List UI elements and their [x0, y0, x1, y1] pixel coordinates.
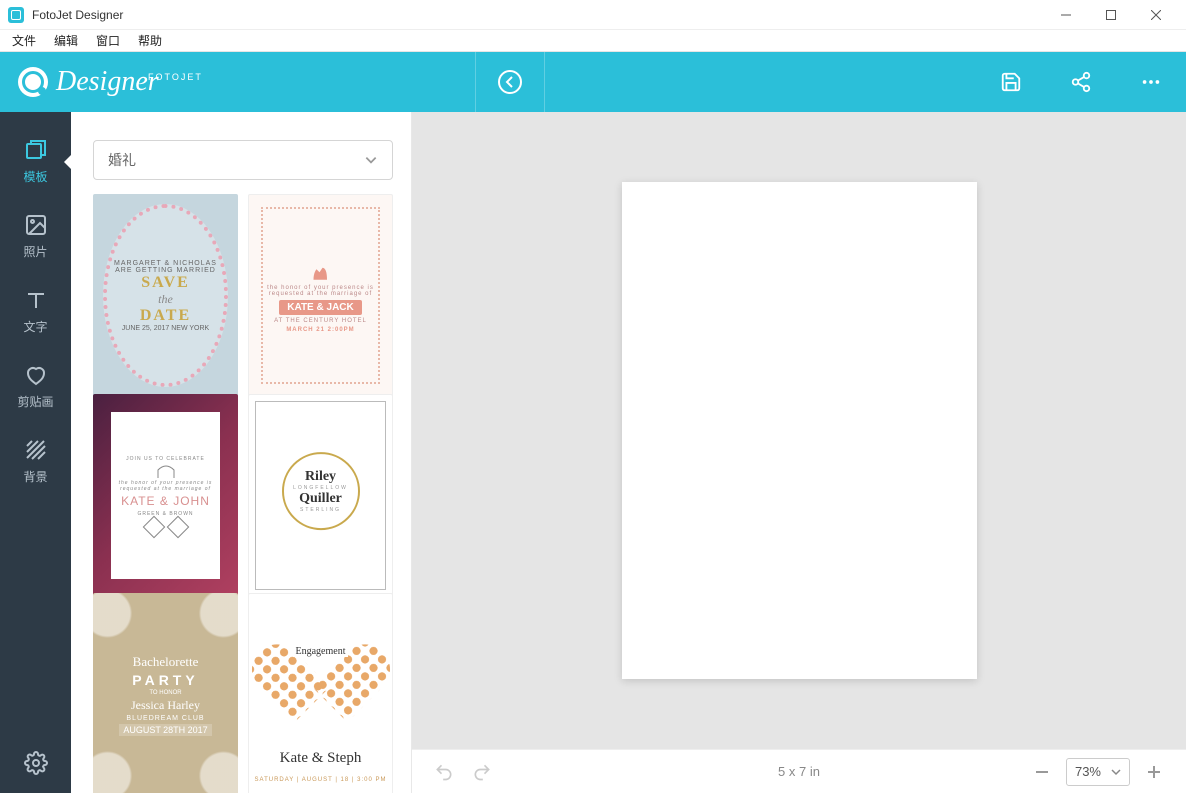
template-item[interactable]: MARGARET & NICHOLASARE GETTING MARRIED S… [93, 194, 238, 397]
logo-icon [18, 67, 48, 97]
template-item[interactable]: Riley LONGFELLOW Quiller STERLING [248, 394, 393, 597]
window-title: FotoJet Designer [32, 8, 123, 22]
template-text: DATE [140, 307, 191, 325]
rail-templates-label: 模板 [23, 168, 47, 185]
rail-text-label: 文字 [23, 318, 47, 335]
header: Designer FOTOJET [0, 52, 1186, 112]
titlebar: FotoJet Designer [0, 0, 1186, 30]
canvas-dimensions: 5 x 7 in [778, 764, 820, 779]
zoom-select[interactable]: 73% [1066, 758, 1130, 786]
app-icon [8, 7, 24, 23]
template-text: Kate & Steph [249, 750, 392, 767]
template-text: STERLING [300, 507, 341, 513]
sidebar-rail: 模板 照片 文字 剪贴画 背景 [0, 112, 71, 793]
rail-photos-label: 照片 [23, 243, 47, 260]
template-text: JUNE 25, 2017 NEW YORK [122, 325, 209, 332]
rail-clipart[interactable]: 剪贴画 [0, 349, 71, 424]
redo-button[interactable] [468, 758, 496, 786]
template-text: BLUEDREAM CLUB [126, 715, 204, 722]
canvas-viewport[interactable] [412, 112, 1186, 749]
template-text: AUGUST 28TH 2017 [119, 724, 211, 736]
menu-edit[interactable]: 编辑 [46, 30, 86, 51]
back-button[interactable] [475, 52, 545, 112]
category-dropdown[interactable]: 婚礼 [93, 140, 393, 180]
template-item[interactable]: JOIN US TO CELEBRATE the honor of your p… [93, 394, 238, 597]
minimize-button[interactable] [1043, 0, 1088, 30]
template-text: SATURDAY | AUGUST | 18 | 3:00 PM [249, 777, 392, 783]
template-text: MARCH 21 2:00PM [286, 327, 354, 333]
template-text: Quiller [299, 491, 342, 507]
menu-window[interactable]: 窗口 [88, 30, 128, 51]
template-text: KATE & JACK [279, 300, 361, 315]
chevron-down-icon [364, 153, 378, 167]
template-item[interactable]: the honor of your presence isrequested a… [248, 194, 393, 397]
menu-file[interactable]: 文件 [4, 30, 44, 51]
statusbar: 5 x 7 in 73% [412, 749, 1186, 793]
menu-help[interactable]: 帮助 [130, 30, 170, 51]
close-button[interactable] [1133, 0, 1178, 30]
category-label: 婚礼 [108, 150, 136, 170]
undo-button[interactable] [430, 758, 458, 786]
share-button[interactable] [1046, 52, 1116, 112]
maximize-button[interactable] [1088, 0, 1133, 30]
logo-subtext: FOTOJET [148, 72, 203, 82]
canvas-area: 5 x 7 in 73% [411, 112, 1186, 793]
canvas-page[interactable] [622, 182, 977, 679]
template-text: the [158, 292, 173, 307]
logo-text: Designer [56, 66, 159, 97]
rail-clipart-label: 剪贴画 [17, 393, 53, 410]
rail-photos[interactable]: 照片 [0, 199, 71, 274]
more-button[interactable] [1116, 52, 1186, 112]
rail-settings[interactable] [0, 733, 71, 793]
template-text: PARTY [132, 672, 198, 688]
template-text: AT THE CENTURY HOTEL [274, 318, 367, 324]
zoom-out-button[interactable] [1028, 758, 1056, 786]
template-text: KATE & JOHN [121, 494, 210, 508]
template-text: Bachelorette [133, 654, 199, 670]
template-text: SAVE [141, 274, 190, 292]
zoom-value: 73% [1075, 764, 1101, 779]
rail-background-label: 背景 [23, 468, 47, 485]
zoom-in-button[interactable] [1140, 758, 1168, 786]
couple-icon [306, 258, 336, 282]
template-text: Riley [305, 469, 336, 485]
rail-templates[interactable]: 模板 [0, 124, 71, 199]
template-grid: MARGARET & NICHOLASARE GETTING MARRIED S… [93, 194, 393, 793]
template-item[interactable]: Bachelorette PARTY TO HONOR Jessica Harl… [93, 593, 238, 793]
template-text: GREEN & BROWN [137, 511, 193, 517]
caret-down-icon [1111, 767, 1121, 777]
template-text: Jessica Harley [131, 698, 200, 713]
template-text: TO HONOR [149, 690, 181, 696]
rail-background[interactable]: 背景 [0, 424, 71, 499]
template-panel: 婚礼 MARGARET & NICHOLASARE GETTING MARRIE… [71, 112, 411, 793]
main: 模板 照片 文字 剪贴画 背景 婚礼 [0, 112, 1186, 793]
arch-icon [156, 464, 176, 478]
save-button[interactable] [976, 52, 1046, 112]
menubar: 文件 编辑 窗口 帮助 [0, 30, 1186, 52]
template-text: Engagement [293, 646, 349, 657]
template-item[interactable]: Engagement Kate & Steph SATURDAY | AUGUS… [248, 593, 393, 793]
rail-text[interactable]: 文字 [0, 274, 71, 349]
logo[interactable]: Designer FOTOJET [18, 67, 159, 97]
